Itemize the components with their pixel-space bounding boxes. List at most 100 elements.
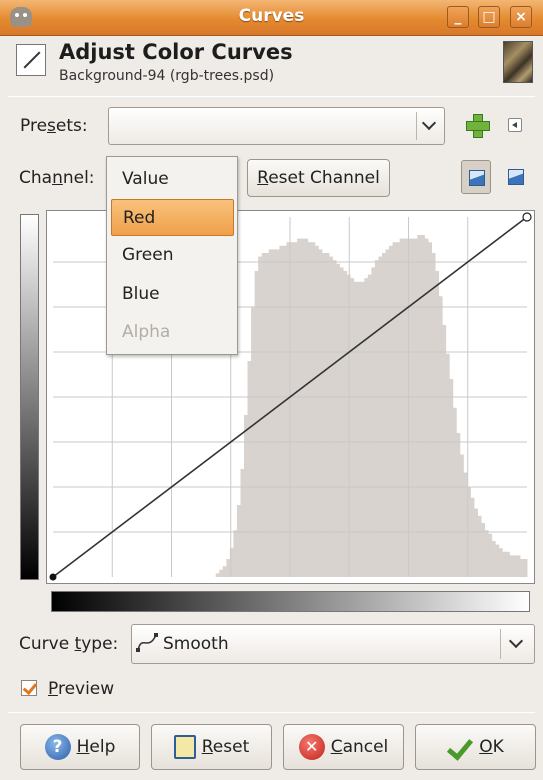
histogram-bar [502, 551, 507, 577]
title-bar: Curves _ □ × [0, 0, 543, 36]
log-histogram-toggle[interactable] [501, 160, 531, 194]
curves-tool-icon [16, 44, 46, 76]
histogram-bar [339, 267, 344, 577]
reset-button[interactable]: Reset [151, 724, 272, 770]
presets-combo[interactable] [108, 107, 445, 145]
checkmark-icon [447, 733, 474, 761]
linear-histogram-toggle[interactable] [461, 160, 491, 194]
curve-point-black[interactable] [49, 573, 57, 581]
help-button[interactable]: ? Help [20, 724, 140, 770]
histogram-bar [215, 573, 220, 577]
output-gradient-bar [20, 214, 39, 580]
histogram-bar [459, 454, 464, 577]
histogram-bar [321, 253, 326, 577]
histogram-bar [371, 267, 376, 577]
curve-type-label: Curve type: [19, 634, 119, 654]
dialog-title: Adjust Color Curves [59, 40, 293, 64]
channel-option-value[interactable]: Value [111, 161, 234, 198]
add-preset-icon[interactable] [466, 114, 490, 138]
histogram-bar [523, 559, 528, 577]
histogram-bar [219, 569, 224, 577]
histogram-bar [392, 242, 397, 577]
channel-label: Channel: [19, 168, 95, 188]
histogram-bar [488, 533, 493, 577]
channel-option-red[interactable]: Red [111, 199, 234, 236]
histogram-bar [495, 544, 500, 577]
cancel-icon: ✕ [298, 734, 325, 760]
histogram-bar [360, 281, 365, 577]
maximize-button[interactable]: □ [478, 6, 500, 28]
channel-option-alpha: Alpha [122, 322, 171, 342]
histogram-bar [481, 523, 486, 577]
histogram-bar [484, 530, 489, 577]
image-name: Background-94 (rgb-trees.psd) [59, 68, 275, 84]
channel-option-blue[interactable]: Blue [111, 276, 234, 313]
histogram-bar [417, 235, 422, 577]
chevron-down-icon [508, 633, 524, 649]
histogram-bar [519, 559, 524, 577]
ok-button[interactable]: OK [415, 724, 536, 770]
histogram-bar [233, 530, 238, 577]
curve-point-white[interactable] [522, 212, 532, 222]
histogram-bar [335, 263, 341, 577]
minimize-button[interactable]: _ [447, 6, 469, 28]
preview-checkbox[interactable] [21, 680, 37, 696]
histogram-bar [420, 235, 425, 577]
histogram-bar [470, 497, 475, 577]
image-thumbnail [503, 41, 533, 83]
histogram-bar [477, 515, 482, 577]
cancel-button[interactable]: ✕ Cancel [283, 724, 404, 770]
histogram-bar [435, 271, 440, 577]
histogram-bar [293, 242, 298, 577]
histogram-bar [410, 238, 415, 577]
histogram-bar [314, 245, 319, 578]
channel-option-green[interactable]: Green [111, 237, 234, 274]
histogram-bar [353, 281, 358, 577]
input-gradient-bar [51, 591, 530, 612]
presets-label: Presets: [20, 116, 88, 136]
histogram-bar [399, 238, 404, 577]
histogram-bar [424, 238, 429, 577]
histogram-bar [279, 245, 284, 578]
close-window-button[interactable]: × [510, 6, 532, 28]
reset-channel-button[interactable]: Reset Channel [247, 159, 390, 197]
histogram-bar [445, 353, 450, 577]
histogram-bar [357, 281, 362, 577]
histogram-bar [236, 505, 241, 577]
histogram-bar [258, 256, 263, 577]
histogram-bar [244, 415, 249, 577]
footer-separator [8, 712, 535, 713]
curve-type-value: Smooth [163, 634, 229, 654]
histogram-bar [282, 245, 287, 578]
histogram-bar [456, 433, 461, 577]
histogram-bar [396, 242, 401, 577]
histogram-bar [389, 245, 394, 578]
histogram-bar [381, 253, 387, 577]
histogram-bar [438, 296, 443, 577]
curve-type-combo[interactable]: Smooth [131, 624, 535, 664]
histogram-bar [300, 238, 305, 577]
smooth-curve-icon [136, 633, 158, 652]
histogram-bar [332, 260, 337, 577]
histogram-bar [431, 253, 436, 577]
histogram-bar [343, 271, 348, 577]
histogram-bar [512, 555, 517, 577]
preset-menu-icon[interactable] [508, 118, 522, 132]
histogram-bar [222, 566, 227, 577]
linear-histogram-icon [469, 170, 485, 186]
preview-label[interactable]: Preview [48, 679, 114, 699]
histogram-bar [374, 260, 379, 577]
chevron-down-icon [421, 115, 437, 131]
histogram-bar [318, 249, 323, 577]
histogram-bar [378, 256, 383, 577]
channel-dropdown-menu: Value Red Green Blue Alpha [106, 156, 238, 355]
histogram-bar [442, 325, 447, 577]
histogram-bar [290, 242, 295, 577]
histogram-bar [498, 548, 503, 577]
histogram-bar [452, 407, 457, 577]
histogram-bar [403, 238, 408, 577]
reset-icon [173, 735, 196, 759]
histogram-bar [226, 559, 231, 577]
histogram-bar [247, 361, 252, 577]
histogram-bar [516, 555, 521, 577]
